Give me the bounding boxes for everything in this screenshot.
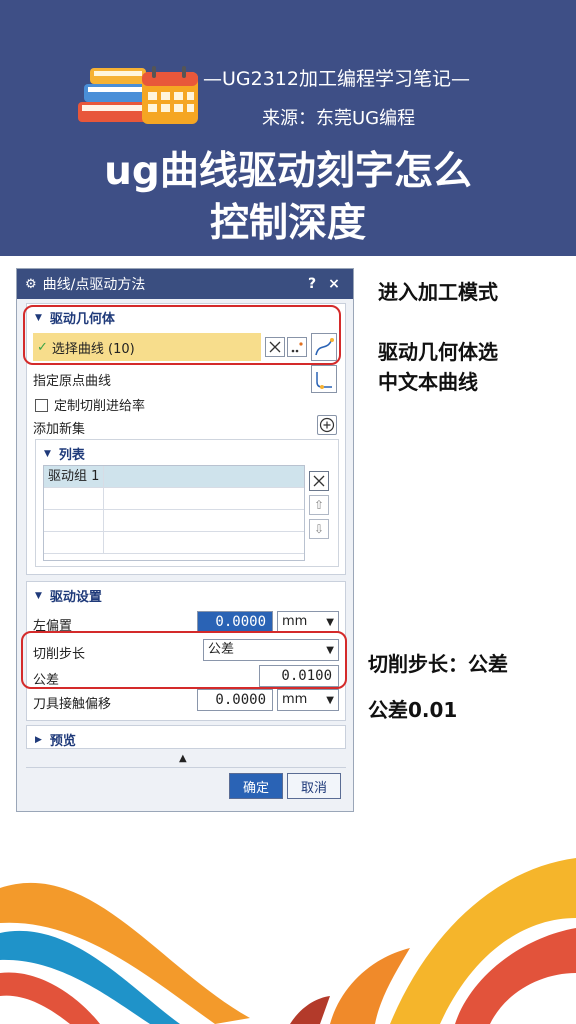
arrow-down-icon: ⇩ (313, 522, 325, 536)
books-calendar-icon (78, 66, 198, 124)
list-item[interactable] (44, 532, 304, 554)
cancel-button[interactable]: 取消 (287, 773, 341, 799)
chevron-down-icon: ▼ (326, 695, 334, 706)
list-item[interactable] (44, 510, 304, 532)
move-down-button[interactable]: ⇩ (309, 519, 329, 539)
chevron-down-icon: ▼ (326, 617, 334, 628)
contact-offset-unit-select[interactable]: mm ▼ (277, 689, 339, 711)
custom-feedrate-checkbox[interactable] (35, 399, 48, 412)
add-new-set-button[interactable] (317, 415, 337, 435)
help-button[interactable]: ? (301, 276, 323, 292)
custom-feedrate-label: 定制切削进给率 (54, 399, 146, 414)
page-title-line1: ug曲线驱动刻字怎么 (104, 149, 472, 194)
contact-offset-input[interactable]: 0.0000 (197, 689, 273, 711)
delete-button[interactable] (309, 471, 329, 491)
divider (26, 767, 346, 768)
note-tolerance: 公差0.01 (368, 698, 458, 722)
banner-source: 来源：东莞UG编程 (262, 108, 416, 129)
note-enter-machining: 进入加工模式 (378, 280, 498, 304)
ok-button[interactable]: 确定 (229, 773, 283, 799)
contact-offset-label: 刀具接触偏移 (33, 697, 112, 712)
note-step: 切削步长：公差 (368, 652, 508, 676)
move-up-button[interactable]: ⇧ (309, 495, 329, 515)
decorative-swirl (0, 858, 576, 1024)
preview-header[interactable]: ▶ 预览 (27, 726, 345, 753)
banner-subtitle: —UG2312加工编程学习笔记— (203, 68, 470, 90)
header-banner: —UG2312加工编程学习笔记— 来源：东莞UG编程 ug曲线驱动刻字怎么 控制… (0, 0, 576, 256)
note-drive-geometry-b: 中文本曲线 (378, 370, 478, 394)
left-offset-unit-select[interactable]: mm ▼ (277, 611, 339, 633)
collapse-triangle-icon: ▼ (44, 448, 51, 459)
custom-feedrate-row[interactable]: 定制切削进给率 (35, 395, 145, 414)
add-new-set-label: 添加新集 (33, 422, 86, 437)
page-title-line2: 控制深度 (209, 201, 366, 246)
red-highlight-step (21, 631, 347, 689)
arrow-up-icon: ⇧ (313, 498, 325, 512)
list-item[interactable]: 驱动组 1 (44, 466, 304, 488)
dialog-titlebar: ⚙ 曲线/点驱动方法 ? × (17, 269, 353, 299)
specify-origin-curve-label: 指定原点曲线 (33, 374, 112, 389)
preview-section[interactable]: ▶ 预览 (26, 725, 346, 749)
drive-settings-header[interactable]: ▼ 驱动设置 (27, 582, 345, 609)
plus-circle-icon (319, 417, 335, 433)
red-highlight-drive-geometry (23, 305, 341, 365)
origin-curve-icon (316, 372, 332, 389)
origin-curve-button[interactable] (311, 365, 337, 393)
close-button[interactable]: × (323, 276, 345, 292)
gear-icon[interactable]: ⚙ (25, 277, 37, 292)
list-header[interactable]: ▼ 列表 (36, 440, 338, 467)
left-offset-input[interactable]: 0.0000 (197, 611, 273, 633)
curve-point-drive-dialog: ⚙ 曲线/点驱动方法 ? × ▼ 驱动几何体 ✓ 选择曲线 (10) 指定原点曲… (16, 268, 354, 812)
collapse-triangle-icon: ▼ (35, 590, 42, 601)
cross-icon (313, 475, 325, 487)
expand-triangle-icon: ▶ (35, 734, 42, 745)
collapse-more-icon[interactable]: ▲ (179, 753, 187, 764)
note-drive-geometry-a: 驱动几何体选 (378, 340, 498, 364)
dialog-title: 曲线/点驱动方法 (42, 277, 146, 293)
list-item[interactable] (44, 488, 304, 510)
drive-group-list: 驱动组 1 (43, 465, 305, 561)
